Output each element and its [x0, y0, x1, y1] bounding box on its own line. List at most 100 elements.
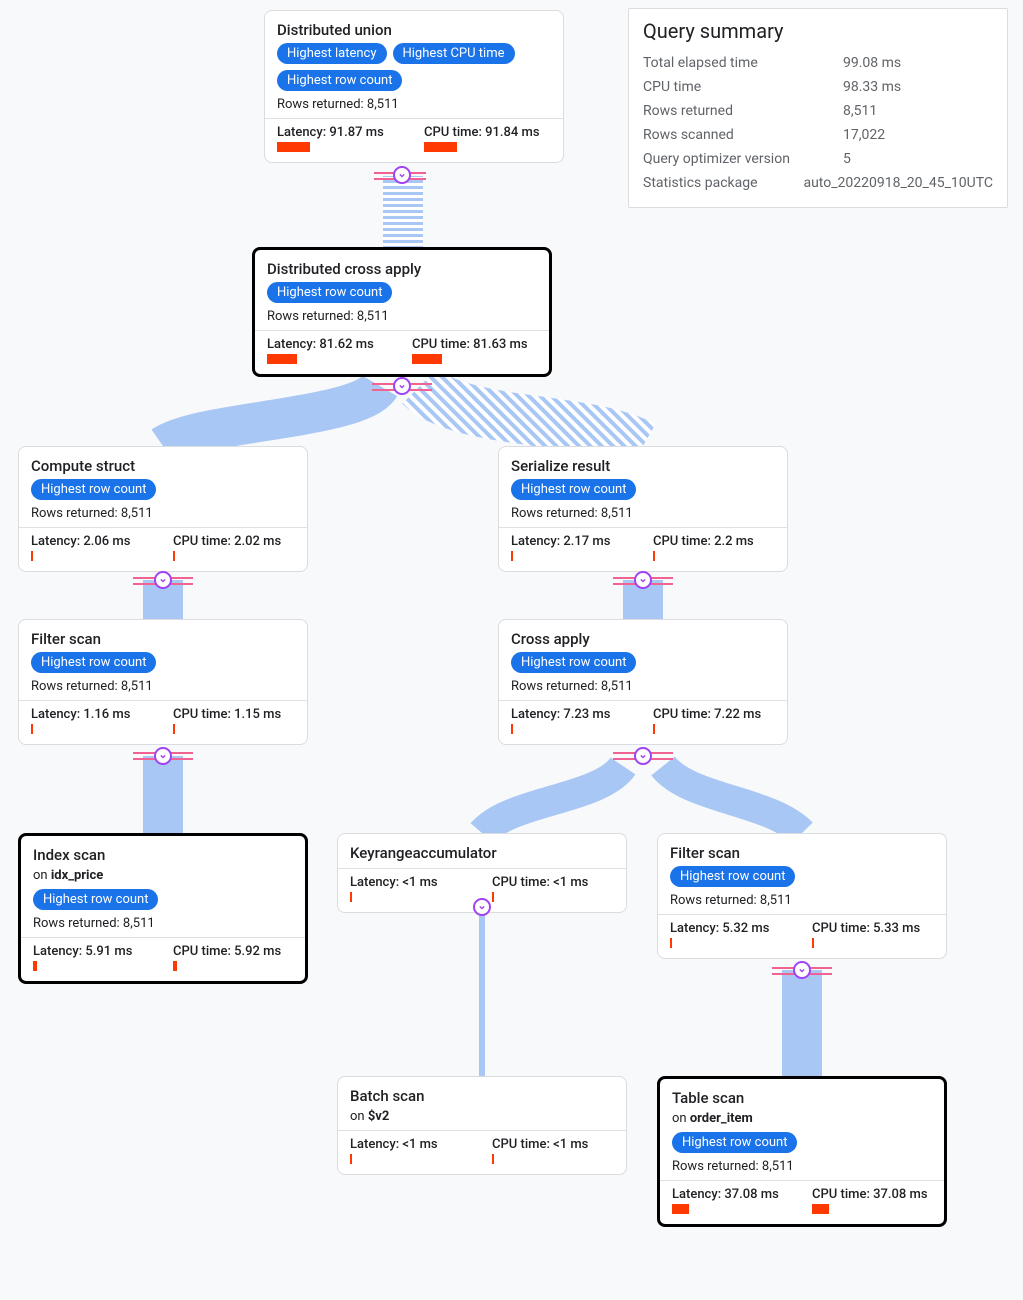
- rows-returned: Rows returned: 8,511: [670, 893, 934, 908]
- metric-label-cpu: CPU time: <1 ms: [492, 1137, 614, 1152]
- metric-bar-latency: [670, 938, 672, 948]
- node-badges: Highest row count: [511, 652, 775, 673]
- summary-label: Rows returned: [643, 103, 843, 119]
- metric-bar-latency: [511, 551, 513, 561]
- badge-rows: Highest row count: [277, 70, 402, 91]
- node-metrics: Latency: 7.23 ms CPU time: 7.22 ms: [511, 707, 775, 734]
- metric-label-latency: Latency: 91.87 ms: [277, 125, 404, 140]
- metric-label-latency: Latency: 2.06 ms: [31, 534, 153, 549]
- node-title: Compute struct: [31, 457, 295, 475]
- rows-returned: Rows returned: 8,511: [511, 679, 775, 694]
- metric-bar-cpu: [173, 961, 177, 971]
- summary-value: 17,022: [843, 127, 993, 143]
- node-title: Table scan: [672, 1089, 932, 1107]
- plan-node-dca[interactable]: Distributed cross apply Highest row count…: [252, 247, 552, 377]
- plan-node-fs2[interactable]: Filter scanHighest row countRows returne…: [657, 833, 947, 959]
- node-title: Distributed cross apply: [267, 260, 537, 278]
- metric-bar-cpu: [653, 724, 655, 734]
- summary-value: 8,511: [843, 103, 993, 119]
- metric-label-latency: Latency: 5.32 ms: [670, 921, 792, 936]
- metric-bar-cpu: [812, 938, 814, 948]
- node-badges: Highest row count: [31, 652, 295, 673]
- rows-returned: Rows returned: 8,511: [31, 506, 295, 521]
- node-badges: Highest latency Highest CPU time Highest r…: [277, 43, 551, 91]
- node-metrics: Latency: 5.32 ms CPU time: 5.33 ms: [670, 921, 934, 948]
- expand-icon[interactable]: [154, 571, 172, 589]
- node-badges: Highest row count: [670, 866, 934, 887]
- plan-node-ca[interactable]: Cross apply Highest row count Rows returne…: [498, 619, 788, 745]
- plan-node-bs[interactable]: Batch scanon $v2Latency: <1 msCPU time: …: [337, 1076, 627, 1175]
- badge-rows: Highest row count: [33, 889, 158, 910]
- expand-icon[interactable]: [473, 898, 491, 916]
- metric-bar-latency: [31, 724, 33, 734]
- metric-bar-latency: [33, 961, 37, 971]
- summary-row: Statistics packageauto_20220918_20_45_10…: [643, 171, 993, 195]
- node-title: Batch scan: [350, 1087, 614, 1105]
- badge-rows: Highest row count: [31, 652, 156, 673]
- badge-rows: Highest row count: [511, 479, 636, 500]
- plan-node-ts[interactable]: Table scanon order_itemHighest row count…: [657, 1076, 947, 1227]
- node-badges: Highest row count: [33, 889, 293, 910]
- plan-node-idx[interactable]: Index scan on idx_price Highest row count R…: [18, 833, 308, 984]
- metric-label-cpu: CPU time: 2.2 ms: [653, 534, 775, 549]
- node-badges: Highest row count: [672, 1132, 932, 1153]
- node-metrics: Latency: 5.91 ms CPU time: 5.92 ms: [33, 944, 293, 971]
- expand-icon[interactable]: [793, 961, 811, 979]
- node-title: Index scan: [33, 846, 293, 864]
- metric-label-cpu: CPU time: 7.22 ms: [653, 707, 775, 722]
- node-badges: Highest row count: [31, 479, 295, 500]
- summary-row: Total elapsed time99.08 ms: [643, 51, 993, 75]
- summary-label: Statistics package: [643, 175, 803, 191]
- metric-bar-cpu: [412, 354, 442, 364]
- rows-returned: Rows returned: 8,511: [277, 97, 551, 112]
- metric-bar-latency: [277, 142, 310, 152]
- node-metrics: Latency: 2.17 msCPU time: 2.2 ms: [511, 534, 775, 561]
- summary-label: Query optimizer version: [643, 151, 843, 167]
- summary-label: Rows scanned: [643, 127, 843, 143]
- metric-label-cpu: CPU time: 5.33 ms: [812, 921, 934, 936]
- badge-rows: Highest row count: [672, 1132, 797, 1153]
- summary-row: Query optimizer version5: [643, 147, 993, 171]
- expand-icon[interactable]: [634, 747, 652, 765]
- metric-bar-cpu: [492, 1154, 494, 1164]
- summary-row: Rows scanned17,022: [643, 123, 993, 147]
- badge-latency: Highest latency: [277, 43, 387, 64]
- node-badges: Highest row count: [511, 479, 775, 500]
- summary-value: 5: [843, 151, 993, 167]
- expand-icon[interactable]: [393, 166, 411, 184]
- metric-bar-latency: [350, 892, 352, 902]
- node-metrics: Latency: <1 msCPU time: <1 ms: [350, 1137, 614, 1164]
- expand-icon[interactable]: [634, 571, 652, 589]
- node-title: Cross apply: [511, 630, 775, 648]
- expand-icon[interactable]: [393, 377, 411, 395]
- badge-cpu: Highest CPU time: [393, 43, 515, 64]
- node-metrics: Latency: 91.87 msCPU time: 91.84 ms: [277, 125, 551, 152]
- metric-label-latency: Latency: 7.23 ms: [511, 707, 633, 722]
- node-target: on idx_price: [33, 868, 293, 883]
- plan-node-sr[interactable]: Serialize resultHighest row countRows re…: [498, 446, 788, 572]
- metric-bar-cpu: [812, 1204, 829, 1214]
- rows-returned: Rows returned: 8,511: [267, 309, 537, 324]
- rows-returned: Rows returned: 8,511: [31, 679, 295, 694]
- metric-label-latency: Latency: 81.62 ms: [267, 337, 392, 352]
- node-metrics: Latency: 81.62 msCPU time: 81.63 ms: [267, 337, 537, 364]
- plan-node-fs1[interactable]: Filter scanHighest row countRows returne…: [18, 619, 308, 745]
- rows-returned: Rows returned: 8,511: [672, 1159, 932, 1174]
- rows-returned: Rows returned: 8,511: [33, 916, 293, 931]
- metric-bar-latency: [672, 1204, 689, 1214]
- plan-node-du[interactable]: Distributed unionHighest latencyHighest …: [264, 10, 564, 163]
- expand-icon[interactable]: [154, 747, 172, 765]
- summary-value: auto_20220918_20_45_10UTC: [803, 175, 993, 191]
- metric-label-latency: Latency: 37.08 ms: [672, 1187, 792, 1202]
- metric-bar-latency: [511, 724, 513, 734]
- metric-bar-cpu: [173, 551, 175, 561]
- metric-label-cpu: CPU time: 5.92 ms: [173, 944, 293, 959]
- plan-node-cs[interactable]: Compute struct Highest row count Rows retu…: [18, 446, 308, 572]
- metric-label-latency: Latency: 1.16 ms: [31, 707, 153, 722]
- node-badges: Highest row count: [267, 282, 537, 303]
- badge-rows: Highest row count: [31, 479, 156, 500]
- metric-bar-latency: [350, 1154, 352, 1164]
- metric-bar-cpu: [173, 724, 175, 734]
- node-title: Distributed union: [277, 21, 551, 39]
- metric-label-latency: Latency: 5.91 ms: [33, 944, 153, 959]
